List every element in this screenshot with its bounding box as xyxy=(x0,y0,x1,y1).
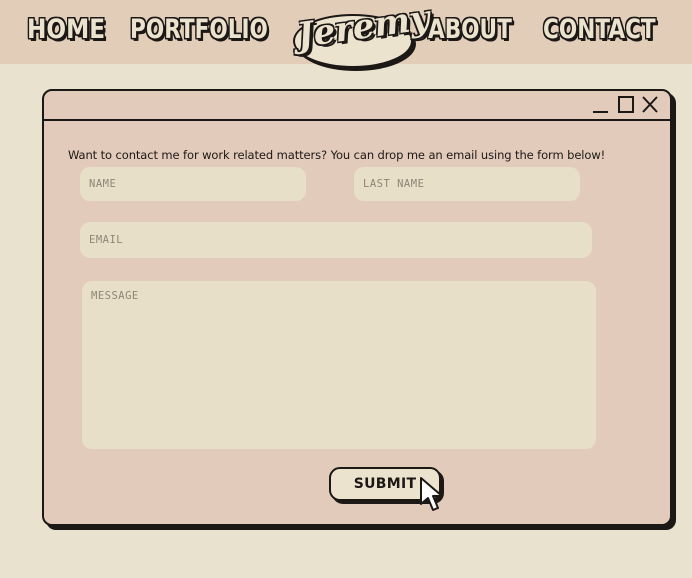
minimize-icon[interactable] xyxy=(591,95,611,115)
name-input[interactable] xyxy=(80,167,306,201)
site-logo[interactable]: Jeremy xyxy=(289,0,432,68)
contact-intro-text: Want to contact me for work related matt… xyxy=(68,147,606,162)
last-name-input[interactable] xyxy=(354,167,580,201)
contact-window: Want to contact me for work related matt… xyxy=(42,89,672,526)
close-icon[interactable] xyxy=(640,95,660,115)
message-textarea[interactable] xyxy=(82,281,596,449)
maximize-icon[interactable] xyxy=(616,95,636,115)
email-input[interactable] xyxy=(80,222,592,258)
top-navigation: HOME PORTFOLIO Jeremy ABOUT CONTACT xyxy=(0,0,692,68)
nav-portfolio-link[interactable]: PORTFOLIO xyxy=(130,16,268,43)
nav-contact-link[interactable]: CONTACT xyxy=(543,16,656,43)
window-titlebar xyxy=(44,91,670,121)
pointer-cursor-icon xyxy=(420,477,443,511)
nav-home-link[interactable]: HOME xyxy=(27,16,105,43)
nav-about-link[interactable]: ABOUT xyxy=(428,16,512,43)
